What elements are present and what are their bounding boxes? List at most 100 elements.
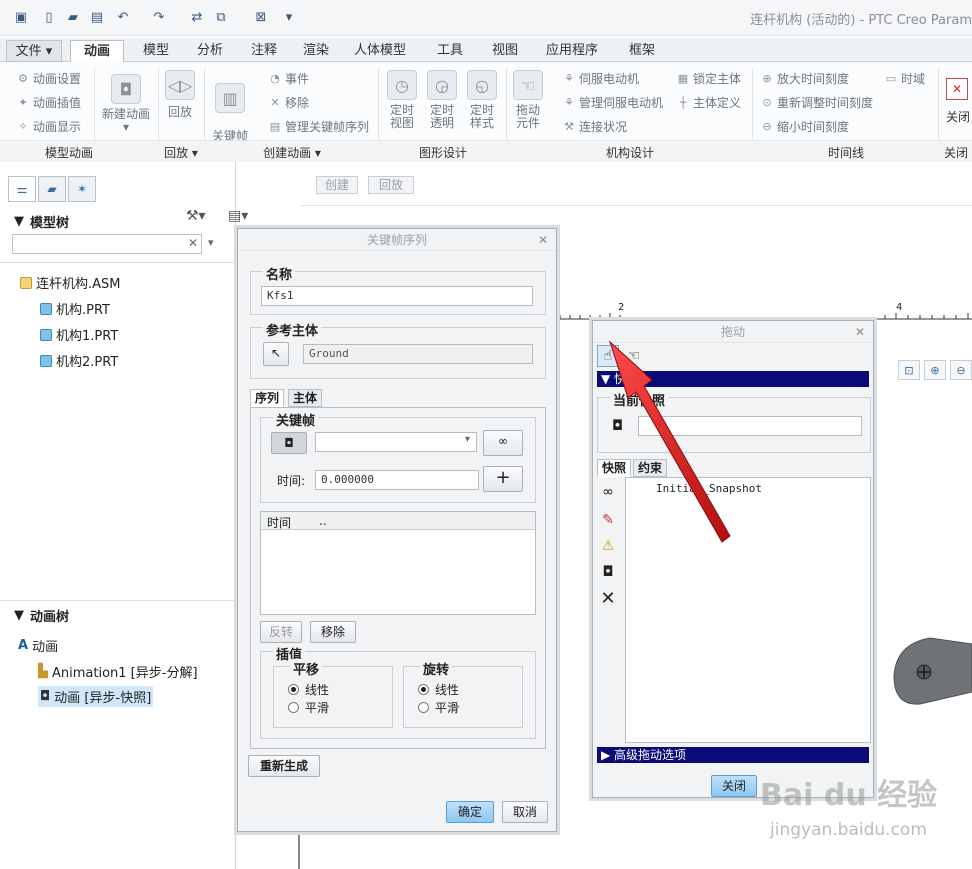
ribbon-group-labels: 模型动画 回放 ▾ 创建动画 ▾ 图形设计 机构设计 时间线 关闭 — [0, 140, 972, 162]
folder-tab[interactable]: ▰ — [38, 176, 66, 202]
rotate-smooth-radio[interactable]: 平滑 — [418, 699, 459, 716]
connection-status-button[interactable]: ⚒ 连接状况 — [562, 118, 627, 135]
tab-sequence[interactable]: 序列 — [250, 389, 285, 407]
timed-transparency-button[interactable]: ◶ 定时 透明 — [424, 70, 460, 130]
body-definition-button[interactable]: ┼ 主体定义 — [676, 94, 741, 111]
time-domain-button[interactable]: ▭ 时域 — [884, 70, 925, 87]
playback-button-small[interactable]: 回放 — [368, 176, 414, 194]
capture-snapshot-button[interactable]: ◘ — [271, 432, 307, 454]
tab-render[interactable]: 渲染 — [292, 40, 340, 62]
undo-icon[interactable]: ↶ — [114, 8, 132, 26]
tab-file[interactable]: 文件 ▾ — [6, 40, 62, 62]
regenerate-icon[interactable]: ⇄ — [188, 8, 206, 26]
drag-component-button[interactable]: ☜ 拖动 元件 — [510, 70, 546, 130]
timed-style-button[interactable]: ◵ 定时 样式 — [464, 70, 500, 130]
group-playback[interactable]: 回放 ▾ — [158, 144, 204, 161]
settings-menu-icon[interactable]: ▤▾ — [228, 208, 248, 224]
rescale-timeline-button[interactable]: ⊙ 重新调整时间刻度 — [760, 94, 873, 111]
ref-body-field[interactable]: Ground — [303, 344, 533, 364]
zoom-fit-icon[interactable]: ⊡ — [898, 360, 920, 380]
rotate-linear-radio[interactable]: 线性 — [418, 681, 459, 698]
remove-button[interactable]: ✕ 移除 — [268, 94, 309, 111]
translate-smooth-radio[interactable]: 平滑 — [288, 699, 329, 716]
divider — [0, 262, 236, 263]
name-field[interactable]: Kfs1 — [261, 286, 533, 306]
anim-interp-button[interactable]: ✦ 动画插值 — [16, 94, 81, 111]
reverse-button[interactable]: 反转 — [260, 621, 302, 643]
ok-button[interactable]: 确定 — [446, 801, 494, 823]
tree-item-part[interactable]: 机构1.PRT — [40, 325, 118, 344]
zoom-out-view-icon[interactable]: ⊖ — [950, 360, 972, 380]
remove-button[interactable]: 移除 — [310, 621, 356, 643]
timed-view-button[interactable]: ◷ 定时 视图 — [384, 70, 420, 130]
anim-tree-header[interactable]: ▼ 动画树 — [14, 606, 69, 625]
tree-item-part[interactable]: 机构.PRT — [40, 299, 110, 318]
tab-manikin[interactable]: 人体模型 — [344, 40, 416, 62]
translate-linear-radio[interactable]: 线性 — [288, 681, 329, 698]
zoom-in-view-icon[interactable]: ⊕ — [924, 360, 946, 380]
model-tree-tab[interactable]: ⚌ — [8, 176, 36, 202]
favorites-tab[interactable]: ✶ — [68, 176, 96, 202]
anim-settings-button[interactable]: ⚙ 动画设置 — [16, 70, 81, 87]
new-file-icon[interactable]: ▯ — [40, 8, 58, 26]
add-keyframe-button[interactable]: + — [483, 466, 523, 492]
open-folder-icon[interactable]: ▰ — [64, 8, 82, 26]
lock-body-button[interactable]: ▦ 锁定主体 — [676, 70, 741, 87]
close-button[interactable]: 关闭 — [711, 775, 757, 797]
tab-framework[interactable]: 框架 — [616, 40, 668, 62]
search-dropdown-icon[interactable]: ▾ — [208, 236, 214, 249]
zoom-out-timeline-button[interactable]: ⊖ 缩小时间刻度 — [760, 118, 849, 135]
model-tree-header[interactable]: ▼ 模型树 — [14, 212, 69, 231]
manage-keyframe-button[interactable]: ▤ 管理关键帧序列 — [268, 118, 369, 135]
x-icon: ✕ — [270, 96, 280, 109]
camera-export-icon[interactable]: ◘ — [597, 561, 619, 583]
tab-applications[interactable]: 应用程序 — [536, 40, 608, 62]
playback-button[interactable]: ◁▷ 回放 — [162, 70, 198, 119]
select-body-button[interactable]: ↖ — [263, 342, 289, 366]
advanced-drag-bar[interactable]: ▶ 高级拖动选项 — [597, 747, 869, 763]
tools-icon[interactable]: ⚒▾ — [186, 208, 206, 224]
search-input[interactable] — [12, 234, 202, 254]
anim-tree-item-selected[interactable]: ◘ 动画 [异步-快照] — [38, 686, 154, 707]
close-label[interactable]: 关闭 — [946, 108, 970, 125]
windows-icon[interactable]: ⧉ — [212, 8, 230, 26]
servo-motor-button[interactable]: ⚘ 伺服电动机 — [562, 70, 639, 87]
event-button[interactable]: ◔ 事件 — [268, 70, 309, 87]
manage-servo-button[interactable]: ⚘ 管理伺服电动机 — [562, 94, 663, 111]
tab-animation[interactable]: 动画 — [70, 40, 124, 62]
lock-icon: ▦ — [677, 72, 689, 85]
preview-button[interactable]: ∞ — [483, 430, 523, 456]
close-icon[interactable]: ✕ — [946, 78, 968, 100]
tree-item-part[interactable]: 机构2.PRT — [40, 351, 118, 370]
tab-model[interactable]: 模型 — [132, 40, 180, 62]
tab-view[interactable]: 视图 — [480, 40, 530, 62]
tree-item-asm[interactable]: 连杆机构.ASM — [20, 273, 121, 292]
clear-search-icon[interactable]: ✕ — [188, 236, 198, 250]
keyframe-table[interactable]: 时间 .. — [260, 511, 536, 615]
cancel-button[interactable]: 取消 — [502, 801, 548, 823]
close-icon[interactable]: ✕ — [538, 229, 548, 251]
customize-icon[interactable]: ▾ — [280, 8, 298, 26]
anim-tree-item[interactable]: ▙ Animation1 [异步-分解] — [38, 662, 198, 681]
redo-icon[interactable]: ↷ — [150, 8, 168, 26]
delete-icon[interactable]: ✕ — [597, 587, 619, 609]
keyframe-select[interactable] — [315, 432, 477, 452]
save-icon[interactable]: ▤ — [88, 8, 106, 26]
close-window-icon[interactable]: ⊠ — [252, 8, 270, 26]
anim-tree-root[interactable]: A 动画 — [18, 636, 58, 655]
zoom-in-timeline-button[interactable]: ⊕ 放大时间刻度 — [760, 70, 849, 87]
new-animation-button[interactable]: ◘ 新建动画 ▾ — [100, 74, 152, 134]
tab-annotation[interactable]: 注释 — [240, 40, 288, 62]
close-icon[interactable]: ✕ — [855, 321, 865, 343]
app-icon[interactable]: ▣ — [12, 8, 30, 26]
time-field[interactable]: 0.000000 — [315, 470, 479, 490]
create-button[interactable]: 创建 — [316, 176, 358, 194]
regenerate-button[interactable]: 重新生成 — [248, 755, 320, 777]
watermark-url: jingyan.baidu.com — [770, 820, 927, 840]
tab-body[interactable]: 主体 — [288, 389, 323, 407]
group-create-animation[interactable]: 创建动画 ▾ — [206, 144, 378, 161]
anim-display-button[interactable]: ✧ 动画显示 — [16, 118, 81, 135]
divider — [0, 600, 236, 601]
tab-tools[interactable]: 工具 — [424, 40, 476, 62]
tab-analysis[interactable]: 分析 — [186, 40, 234, 62]
